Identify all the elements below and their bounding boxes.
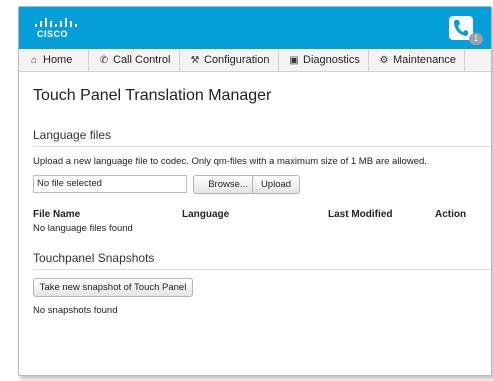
section-divider [33, 146, 491, 147]
tab-call-control-label: Call Control [113, 54, 171, 66]
toolbox-icon: ▣ [289, 55, 299, 66]
tab-maintenance[interactable]: ⚙ Maintenance [369, 49, 465, 71]
column-header-file-name: File Name [33, 209, 81, 220]
tab-home[interactable]: ⌂ Home [19, 49, 89, 71]
phone-icon [454, 20, 468, 36]
no-snapshots-message: No snapshots found [33, 305, 118, 316]
main-nav: ⌂ Home ✆ Call Control ⚒ Configuration ▣ Diag… [19, 49, 491, 72]
tab-configuration[interactable]: ⚒ Configuration [180, 49, 279, 71]
tab-home-label: Home [43, 54, 73, 66]
take-snapshot-button[interactable]: Take new snapshot of Touch Panel [33, 278, 193, 297]
column-header-last-modified: Last Modified [328, 209, 393, 220]
cisco-logo: CISCO [33, 15, 93, 43]
upload-instructions: Upload a new language file to codec. Onl… [33, 156, 427, 167]
cisco-logo-bars-icon [33, 15, 83, 29]
no-language-files-message: No language files found [33, 223, 133, 234]
language-files-heading: Language files [33, 128, 112, 142]
tab-diagnostics-label: Diagnostics [303, 54, 360, 66]
tab-call-control[interactable]: ✆ Call Control [89, 49, 180, 71]
upload-button[interactable]: Upload [252, 175, 300, 194]
tab-configuration-label: Configuration [204, 54, 270, 66]
wrench-icon: ⚒ [190, 55, 200, 66]
home-icon: ⌂ [30, 55, 38, 66]
phone-icon: ✆ [99, 55, 109, 66]
tab-maintenance-label: Maintenance [393, 54, 456, 66]
column-header-language: Language [182, 209, 230, 220]
section-divider [33, 269, 491, 270]
browser-frame: CISCO 1 ⌂ Home ✆ Call Control ⚒ Configurati… [18, 6, 492, 376]
top-header: CISCO 1 [19, 7, 491, 49]
file-input[interactable]: No file selected [33, 175, 187, 193]
touchpanel-snapshots-heading: Touchpanel Snapshots [33, 251, 155, 265]
call-count-badge: 1 [469, 33, 483, 45]
gear-icon: ⚙ [379, 55, 389, 66]
cisco-logo-text: CISCO [37, 29, 69, 39]
page-title: Touch Panel Translation Manager [33, 87, 272, 104]
column-header-action: Action [435, 209, 467, 220]
tab-diagnostics[interactable]: ▣ Diagnostics [279, 49, 369, 71]
